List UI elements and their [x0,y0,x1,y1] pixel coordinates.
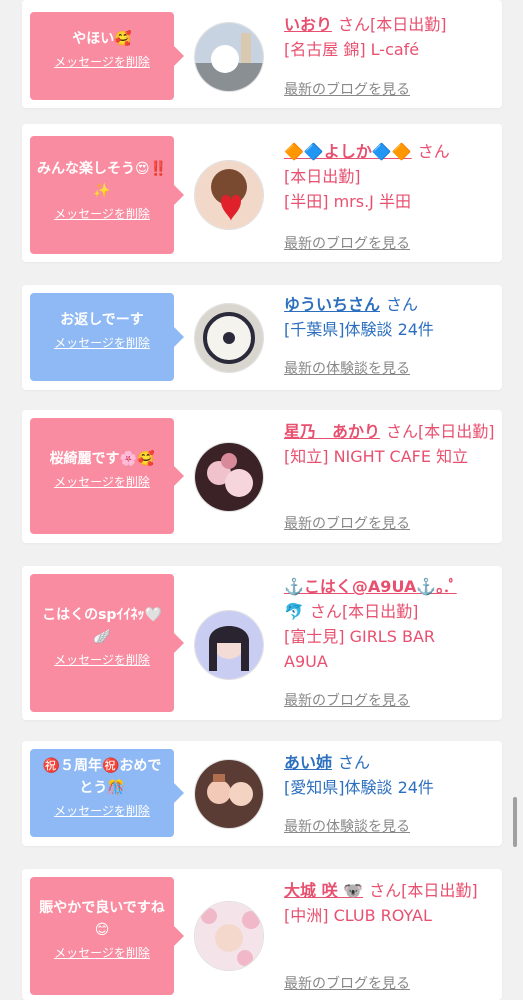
honorific: さん [338,15,371,34]
message-text: 賑やかで良いですね😊 [39,900,165,938]
work-status: [本日出勤] [418,422,495,441]
delete-message-link[interactable]: メッセージを削除 [36,945,168,961]
profile-info: ⚓️こはく@A9UA⚓️｡.ﾟ 🐬 さん[本日出勤] [富士見] GIRLS BA… [284,574,498,674]
latest-review-link[interactable]: 最新の体験談を見る [284,358,410,378]
review-info: [千葉県]体験談 24件 [284,320,434,339]
profile-name-link[interactable]: ⚓️こはく@A9UA⚓️｡.ﾟ [284,577,457,596]
message-text: みんな楽しそう😍‼️✨ [36,161,168,199]
message-bubble: みんな楽しそう😍‼️✨ メッセージを削除 [30,136,184,254]
shop-info: [富士見] GIRLS BAR [284,627,436,646]
profile-info: あい姉 さん [愛知県]体験談 24件 [284,750,498,800]
profile-info: 🔶🔷よしか🔷🔶 さん [本日出勤] [半田] mrs.J 半田 [284,139,498,214]
message-text: こはくのspｲｲﾈｯ🤍🪽 [42,607,162,645]
latest-review-link[interactable]: 最新の体験談を見る [284,816,410,836]
honorific: さん [309,602,342,621]
latest-blog-link[interactable]: 最新のブログを見る [284,513,410,533]
profile-name-link[interactable]: ゆういちさん [284,295,380,314]
shop-info: [半田] mrs.J 半田 [284,192,411,211]
message-bubble: お返しでーす メッセージを削除 [30,293,184,381]
avatar-image [195,443,263,511]
delete-message-link[interactable]: メッセージを削除 [36,652,168,668]
delete-message-link[interactable]: メッセージを削除 [36,474,168,490]
message-card: お返しでーす メッセージを削除 ゆういちさん さん [千葉県]体験談 24件 最新… [22,285,502,390]
latest-blog-link[interactable]: 最新のブログを見る [284,233,410,253]
avatar[interactable] [194,759,264,829]
delete-message-link[interactable]: メッセージを削除 [36,803,168,819]
shop-info-cont: A9UA [284,652,328,671]
delete-message-link[interactable]: メッセージを削除 [36,335,168,351]
work-status: [本日出勤] [370,15,447,34]
honorific: さん [386,295,419,314]
work-status: [本日出勤] [284,167,361,186]
profile-info: 星乃 あかり さん[本日出勤] [知立] NIGHT CAFE 知立 [284,419,498,469]
message-bubble: 桜綺麗です🌸🥰 メッセージを削除 [30,418,184,534]
message-card: ㊗️５周年㊗️おめでとう🎊 メッセージを削除 あい姉 さん [愛知県]体験談 24… [22,741,502,846]
message-bubble: こはくのspｲｲﾈｯ🤍🪽 メッセージを削除 [30,574,184,712]
message-bubble: やほい🥰 メッセージを削除 [30,12,184,100]
avatar-image [195,304,263,372]
honorific: さん [369,881,402,900]
message-card: 賑やかで良いですね😊 メッセージを削除 大城 咲 🐨 さん[本日出勤] [中洲] … [22,869,502,1000]
message-bubble: 賑やかで良いですね😊 メッセージを削除 [30,877,184,995]
honorific: さん [417,142,450,161]
avatar[interactable] [194,303,264,373]
avatar[interactable] [194,442,264,512]
message-card: みんな楽しそう😍‼️✨ メッセージを削除 🔶🔷よしか🔷🔶 さん [本日出勤] [半… [22,124,502,262]
honorific: さん [338,753,371,772]
work-status: [本日出勤] [341,602,419,621]
delete-message-link[interactable]: メッセージを削除 [36,54,168,70]
review-info: [愛知県]体験談 24件 [284,778,434,797]
message-card: やほい🥰 メッセージを削除 いおり さん[本日出勤] [名古屋 錦] L-café… [22,0,502,108]
message-text: やほい🥰 [72,31,132,47]
message-text: お返しでーす [60,312,144,328]
profile-name-link[interactable]: あい姉 [284,753,332,772]
profile-name-link[interactable]: 🔶🔷よしか🔷🔶 [284,142,412,161]
avatar[interactable] [194,22,264,92]
avatar[interactable] [194,610,264,680]
profile-info: 大城 咲 🐨 さん[本日出勤] [中洲] CLUB ROYAL [284,878,498,928]
work-status: [本日出勤] [401,881,478,900]
shop-info: [名古屋 錦] L-café [284,40,420,59]
avatar-image [195,902,263,970]
avatar[interactable] [194,901,264,971]
latest-blog-link[interactable]: 最新のブログを見る [284,973,410,993]
profile-name-link[interactable]: 大城 咲 🐨 [284,881,363,900]
latest-blog-link[interactable]: 最新のブログを見る [284,79,410,99]
message-card: こはくのspｲｲﾈｯ🤍🪽 メッセージを削除 ⚓️こはく@A9UA⚓️｡.ﾟ 🐬 さ… [22,566,502,720]
profile-name-emoji: 🐬 [284,602,304,621]
message-bubble: ㊗️５周年㊗️おめでとう🎊 メッセージを削除 [30,749,184,837]
message-card: 桜綺麗です🌸🥰 メッセージを削除 星乃 あかり さん[本日出勤] [知立] NIG… [22,410,502,543]
message-text: ㊗️５周年㊗️おめでとう🎊 [42,758,162,796]
avatar[interactable] [194,160,264,230]
latest-blog-link[interactable]: 最新のブログを見る [284,690,410,710]
avatar-image [195,611,263,679]
avatar-image [195,23,263,91]
message-text: 桜綺麗です🌸🥰 [49,451,155,467]
shop-info: [中洲] CLUB ROYAL [284,906,432,925]
profile-info: ゆういちさん さん [千葉県]体験談 24件 [284,292,498,342]
shop-info: [知立] NIGHT CAFE 知立 [284,447,469,466]
profile-info: いおり さん[本日出勤] [名古屋 錦] L-café [284,12,498,62]
profile-name-link[interactable]: いおり [284,15,332,34]
delete-message-link[interactable]: メッセージを削除 [36,206,168,222]
avatar-image [195,161,263,229]
avatar-image [195,760,263,828]
honorific: さん [386,422,419,441]
scrollbar[interactable] [513,797,517,847]
profile-name-link[interactable]: 星乃 あかり [284,422,380,441]
